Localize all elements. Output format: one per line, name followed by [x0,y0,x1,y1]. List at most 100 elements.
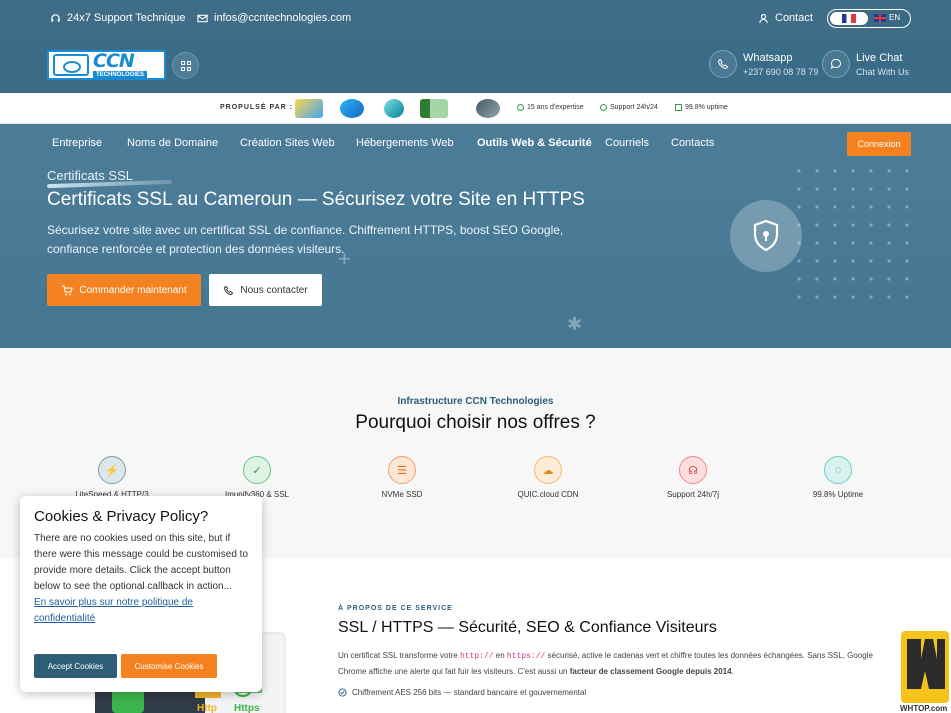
feature-label: QUIC.cloud CDN [517,490,579,499]
customise-cookies-button[interactable]: Customise Cookies [121,654,217,678]
nav-item-email[interactable]: Courriels [605,137,649,149]
about-list-item: Chiffrement AES 256 bits — standard banc… [338,688,586,697]
check-circle-icon [338,688,347,697]
plus-decoration-icon: + [578,162,591,170]
partner-logo-web-server-icon [384,99,404,118]
apps-grid-button[interactable] [172,52,199,79]
live-chat-contact[interactable]: Live Chat Chat With Us [822,50,909,78]
asterisk-decoration-icon: ✱ [567,314,583,334]
powered-by-label: PROPULSÉ PAR : [220,104,293,111]
logo-mark-icon [53,54,89,76]
nav-item-contacts[interactable]: Contacts [671,137,714,149]
logo-subtitle: TECHNOLOGIES [93,70,148,79]
main-nav: Entreprise Noms de Domaine Création Site… [0,124,951,162]
about-bold-text: facteur de classement Google depuis 2014 [569,667,732,676]
feature-label: 99.8% Uptime [812,490,864,499]
cookie-title: Cookies & Privacy Policy? [34,508,209,525]
hero-title: Certificats SSL au Cameroun — Sécurisez … [47,189,585,210]
cart-icon [62,284,74,295]
language-fr[interactable] [830,12,868,25]
phone-icon [224,285,234,295]
about-title: SSL / HTTPS — Sécurité, SEO & Confiance … [338,619,717,636]
feature-imunify: ✓ Imunify360 & SSL [197,456,317,499]
login-button[interactable]: Connexion [847,132,911,156]
illustration-https-label: Https [234,703,260,713]
headset-icon: ☊ [679,456,707,484]
feature-label: NVMe SSD [381,490,423,499]
partner-logo-quic-cloud-icon [476,99,500,118]
about-text-2: en [493,651,507,660]
france-flag-icon [842,14,856,23]
hero-section: + + ✱ Certificats SSL Certificats SSL au… [0,162,951,348]
language-en-label: EN [889,13,901,22]
live-chat-text: Live Chat Chat With Us [856,52,909,77]
about-list-text: Chiffrement AES 256 bits — standard banc… [352,688,587,697]
accept-cookies-button[interactable]: Accept Cookies [34,654,117,678]
lightning-icon: ⚡ [98,456,126,484]
top-bar: 24x7 Support Technique infos@ccntechnolo… [0,0,951,37]
nav-item-hosting[interactable]: Hébergements Web [356,137,454,149]
illustration-http-label: Http [197,703,217,713]
feature-support: ☊ Support 24h/7j [633,456,753,499]
whatsapp-contact[interactable]: Whatsapp +237 690 08 78 79 [709,50,818,78]
shield-lock-badge [730,200,802,272]
shield-lock-icon [753,219,779,252]
language-en[interactable]: EN [874,13,900,22]
live-chat-subtitle: Chat With Us [856,66,910,77]
nav-item-entreprise[interactable]: Entreprise [52,137,102,149]
dot-pattern [790,162,920,312]
headset-icon [51,13,60,22]
about-paragraph: Un certificat SSL transforme votre http:… [338,648,893,679]
mail-icon [197,14,208,22]
why-subtitle: Infrastructure CCN Technologies [397,396,554,407]
powered-by-bar: PROPULSÉ PAR : 15 ans d'expertise Suppor… [0,93,951,124]
nav-item-domains[interactable]: Noms de Domaine [127,137,218,149]
ccn-logo[interactable]: CCN TECHNOLOGIES [47,50,166,80]
feature-quic-cdn: ☁ QUIC.cloud CDN [488,456,608,499]
chart-icon [675,104,682,111]
stat-support: Support 24h/24 [600,104,658,111]
live-chat-title: Live Chat [856,51,903,64]
privacy-policy-link[interactable]: En savoir plus sur notre politique de co… [34,595,248,627]
nav-item-web-tools[interactable]: Outils Web & Sécurité [477,137,592,149]
feature-litespeed: ⚡ LiteSpeed & HTTP/3 [52,456,172,499]
shield-check-icon [517,104,524,111]
about-text-4: . [731,667,734,676]
support-info: 24x7 Support Technique [50,12,185,24]
support-text: 24x7 Support Technique [67,12,186,24]
cookie-dialog: Cookies & Privacy Policy? There are no c… [20,496,262,692]
order-now-button[interactable]: Commander maintenant [47,274,201,306]
contact-link[interactable]: Contact [758,12,813,24]
user-icon [759,13,768,23]
contact-us-button[interactable]: Nous contacter [209,274,322,306]
language-switcher[interactable]: EN [827,9,911,28]
uk-flag-icon [874,13,886,22]
nav-item-websites[interactable]: Création Sites Web [240,137,335,149]
logo-text: CCN TECHNOLOGIES [93,49,148,79]
why-title: Pourquoi choisir nos offres ? [355,412,596,433]
hero-description: Sécurisez votre site avec un certificat … [47,223,564,256]
logo-title: CCN [93,49,135,72]
shield-check-icon: ✓ [243,456,271,484]
phone-icon [709,50,737,78]
code-http: http:// [459,652,494,661]
grid-icon [180,60,191,71]
partner-logo-imunify-icon [420,99,448,118]
site-header: CCN TECHNOLOGIES Whatsapp +237 690 08 78… [0,37,951,93]
whatsapp-text: Whatsapp +237 690 08 78 79 [743,52,818,77]
email-text[interactable]: infos@ccntechnologies.com [214,12,351,24]
stat-expertise-text: 15 ans d'expertise [527,104,584,111]
whatsapp-title: Whatsapp [743,51,793,64]
clock-icon [600,104,607,111]
whatsapp-number: +237 690 08 78 79 [743,66,819,77]
watermark-label: WHTOP.com [900,704,947,713]
stat-uptime: 99.8% uptime [675,104,728,111]
stat-expertise: 15 ans d'expertise [517,104,584,111]
whtop-watermark: WHTOP.com [900,631,949,713]
email-info[interactable]: infos@ccntechnologies.com [197,12,351,24]
contact-us-label: Nous contacter [240,284,308,296]
partner-logo-cpanel-icon [340,99,364,118]
lightbulb-icon: ◌ [824,456,852,484]
feature-label: Support 24h/7j [666,490,720,499]
contact-text[interactable]: Contact [775,12,813,24]
